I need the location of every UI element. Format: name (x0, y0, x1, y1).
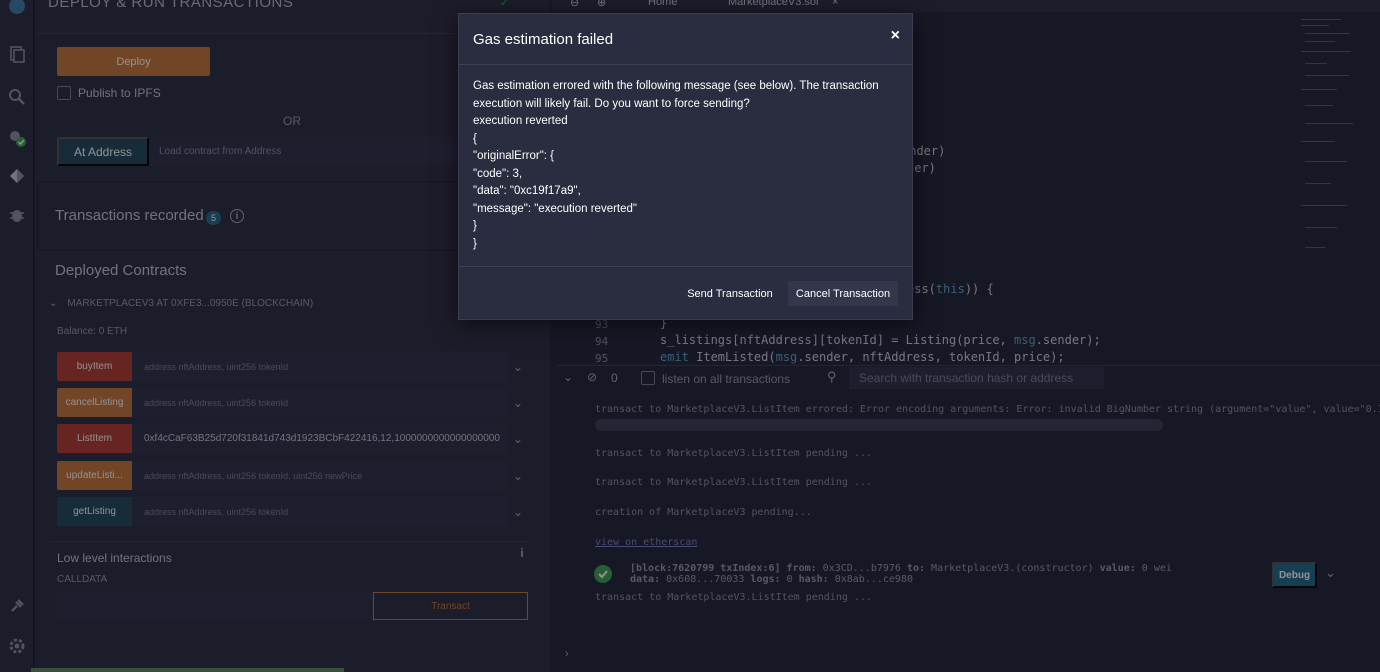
modal-message-line: } (473, 237, 477, 250)
modal-message-line: "data": "0xc19f17a9", (473, 185, 581, 197)
cancel-transaction-button[interactable]: Cancel Transaction (788, 281, 898, 306)
send-transaction-button[interactable]: Send Transaction (681, 281, 779, 306)
modal-header: Gas estimation failed × (459, 14, 912, 65)
modal-title: Gas estimation failed (473, 31, 614, 48)
modal-message-line: execution reverted (473, 115, 568, 127)
modal-message-line: Gas estimation errored with the followin… (473, 80, 879, 110)
modal-message-line: "code": 3, (473, 167, 523, 180)
modal-message-line: "message": "execution reverted" (473, 202, 637, 215)
close-icon[interactable]: × (891, 27, 900, 45)
modal-message: Gas estimation errored with the followin… (473, 78, 898, 253)
modal-message-line: { (473, 132, 477, 145)
modal-message-line: "originalError": { (473, 150, 555, 162)
modal-footer: Send Transaction Cancel Transaction (459, 266, 912, 321)
gas-estimation-modal: Gas estimation failed × Gas estimation e… (458, 13, 913, 320)
modal-message-line: } (473, 220, 477, 232)
